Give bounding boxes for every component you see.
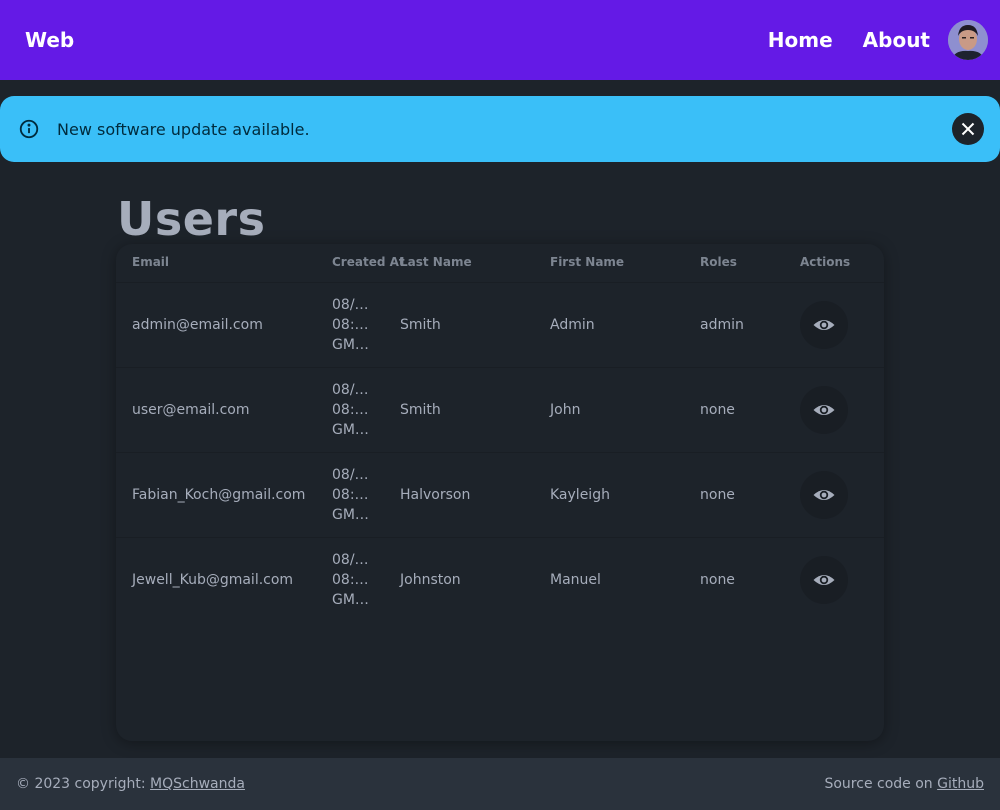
cell-created-at: 08/… 08:… GM… <box>332 382 369 438</box>
cell-email: Jewell_Kub@gmail.com <box>132 572 294 588</box>
table-row: admin@email.com 08/… 08:… GM… Smith Admin … <box>116 282 884 367</box>
brand-logo[interactable]: Web <box>25 28 74 52</box>
eye-icon <box>813 405 835 415</box>
cell-last-name: Smith <box>400 402 441 418</box>
view-user-button[interactable] <box>800 471 848 519</box>
eye-icon <box>813 490 835 500</box>
info-icon <box>18 118 40 140</box>
cell-created-at: 08/… 08:… GM… <box>332 297 369 353</box>
column-header-created-at: Created At <box>332 255 405 269</box>
source-prefix: Source code on <box>824 776 938 792</box>
nav-about-link[interactable]: About <box>863 28 930 52</box>
cell-created-at: 08/… 08:… GM… <box>332 467 369 523</box>
cell-roles: admin <box>700 317 744 333</box>
table-row: Fabian_Koch@gmail.com 08/… 08:… GM… Halvor… <box>116 452 884 537</box>
cell-roles: none <box>700 402 735 418</box>
author-link[interactable]: MQSchwanda <box>150 776 245 792</box>
cell-first-name: John <box>550 402 581 418</box>
table-row: user@email.com 08/… 08:… GM… Smith John no… <box>116 367 884 452</box>
alert-message: New software update available. <box>57 119 310 139</box>
column-header-first-name: First Name <box>550 255 625 269</box>
view-user-button[interactable] <box>800 301 848 349</box>
avatar[interactable] <box>948 20 988 60</box>
column-header-email: Email <box>132 255 170 269</box>
table-row: Jewell_Kub@gmail.com 08/… 08:… GM… Johnsto… <box>116 537 884 622</box>
nav-links: Home About <box>768 20 988 60</box>
cell-email: user@email.com <box>132 402 250 418</box>
github-link[interactable]: Github <box>937 776 984 792</box>
navbar: Web Home About <box>0 0 1000 80</box>
column-header-last-name: Last Name <box>400 255 472 269</box>
copyright-prefix: © 2023 copyright: <box>16 776 151 792</box>
cell-roles: none <box>700 572 735 588</box>
page-title: Users <box>117 192 266 246</box>
eye-icon <box>813 320 835 330</box>
nav-home-link[interactable]: Home <box>768 28 833 52</box>
copyright-text: © 2023 copyright: MQSchwanda <box>16 776 245 792</box>
view-user-button[interactable] <box>800 556 848 604</box>
update-alert: New software update available. <box>0 96 1000 162</box>
close-icon <box>961 122 975 136</box>
table-header: Email Created At Last Name First Name Ro… <box>116 244 884 282</box>
alert-close-button[interactable] <box>952 113 984 145</box>
cell-roles: none <box>700 487 735 503</box>
cell-last-name: Halvorson <box>400 487 471 503</box>
eye-icon <box>813 575 835 585</box>
view-user-button[interactable] <box>800 386 848 434</box>
cell-created-at: 08/… 08:… GM… <box>332 552 369 608</box>
source-code-text: Source code on Github <box>824 776 984 792</box>
column-header-actions: Actions <box>800 255 851 269</box>
column-header-roles: Roles <box>700 255 737 269</box>
users-table: Email Created At Last Name First Name Ro… <box>116 244 884 741</box>
cell-first-name: Admin <box>550 317 595 333</box>
footer: © 2023 copyright: MQSchwanda Source code… <box>0 758 1000 810</box>
cell-last-name: Smith <box>400 317 441 333</box>
avatar-image <box>948 20 988 60</box>
cell-email: Fabian_Koch@gmail.com <box>132 487 306 503</box>
cell-email: admin@email.com <box>132 317 263 333</box>
cell-last-name: Johnston <box>400 572 461 588</box>
cell-first-name: Manuel <box>550 572 601 588</box>
cell-first-name: Kayleigh <box>550 487 610 503</box>
